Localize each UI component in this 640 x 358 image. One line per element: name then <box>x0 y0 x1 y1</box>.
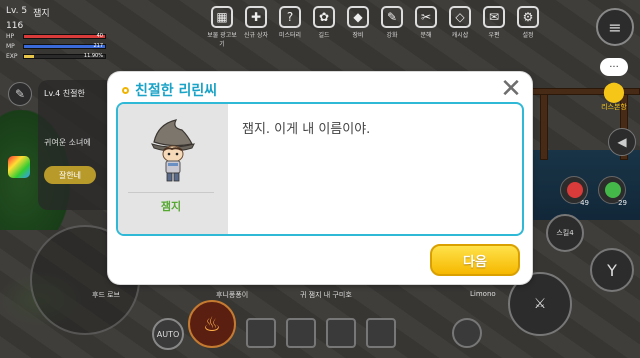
stat-label: MP <box>6 43 15 50</box>
quest-button[interactable]: 잘한네 <box>44 166 96 184</box>
quest-panel[interactable]: Lv.4 친절한 귀여운 소녀에 잘한네 <box>38 80 118 210</box>
top-menu-item[interactable]: ✿ 길드 <box>307 6 341 50</box>
stat-fill <box>24 35 105 38</box>
dialog-title-text: 친절한 리린씨 <box>135 83 218 99</box>
bottom-label: Limono <box>470 290 496 298</box>
map-pin-icon: ⬤ <box>602 79 626 103</box>
stat-value: 11.90% <box>83 53 103 59</box>
event-icon[interactable] <box>8 156 30 178</box>
menu-label: 우편 <box>488 32 500 39</box>
menu-icon: ▦ <box>211 6 233 28</box>
top-menu-item[interactable]: ✚ 신규 상자 <box>239 6 273 50</box>
next-button[interactable]: 다음 <box>430 244 520 276</box>
menu-icon: ✂ <box>415 6 437 28</box>
menu-icon: ◇ <box>449 6 471 28</box>
top-menu-item[interactable]: ✂ 분해 <box>409 6 443 50</box>
mp-potion[interactable]: 29 <box>598 176 627 207</box>
map-label: 리스본항 <box>601 103 627 111</box>
top-menu-item[interactable]: ✉ 우편 <box>477 6 511 50</box>
stat-label: EXP <box>6 53 18 60</box>
top-menu-item[interactable]: ◇ 캐시샵 <box>443 6 477 50</box>
dialog-box: 잼지 잼지. 이게 내 이름이야. <box>116 102 524 236</box>
player-status: Lv. 5 잼지 116 HP 40 MP 217 EXP 11.90% <box>6 6 106 61</box>
menu-icon: ✚ <box>245 6 267 28</box>
top-menu-item[interactable]: ⚙ 설정 <box>511 6 545 50</box>
close-icon[interactable]: ✕ <box>498 76 524 102</box>
bottom-labels: 후드 로브 후니퐁퐁이 귀 잼지 내 구미호 Limono <box>0 290 640 304</box>
player-name: 잼지 <box>33 9 50 19</box>
bottom-label: 귀 잼지 내 구미호 <box>300 291 352 299</box>
auto-button[interactable]: AUTO <box>152 318 184 350</box>
npc-dialog: 친절한 리린씨 ✕ 잼지 잼지. 이게 내 이름이야. 다음 <box>108 72 532 284</box>
quick-slot[interactable] <box>286 318 316 348</box>
quick-slot[interactable] <box>326 318 356 348</box>
hp-potion-icon <box>567 182 583 198</box>
menu-label: 신규 상자 <box>244 32 268 39</box>
dialog-text: 잼지. 이게 내 이름이야. <box>242 122 371 137</box>
stat-label: HP <box>6 33 15 40</box>
fire-icon: ♨ <box>203 312 221 336</box>
quick-slot[interactable] <box>366 318 396 348</box>
quick-slot[interactable] <box>246 318 276 348</box>
menu-label: 설정 <box>522 32 534 39</box>
jump-button[interactable]: Y <box>590 248 634 292</box>
bottom-label: 후니퐁퐁이 <box>216 291 249 299</box>
stat-bar: 217 <box>23 43 106 49</box>
menu-label: 분해 <box>420 32 432 39</box>
menu-icon: ✉ <box>483 6 505 28</box>
quick-slot[interactable] <box>452 318 482 348</box>
side-arrow-icon[interactable]: ◀ <box>608 128 636 156</box>
npc-character-icon <box>151 119 195 182</box>
quest-level: Lv.4 친절한 <box>44 89 85 98</box>
menu-icon: ⚙ <box>517 6 539 28</box>
stat-bar: 40 <box>23 33 106 39</box>
portrait-divider <box>128 192 214 193</box>
stat-row-hp: HP 40 <box>6 32 106 41</box>
menu-label: 강화 <box>386 32 398 39</box>
npc-name: 잼지 <box>160 200 182 213</box>
combat-power: 116 <box>6 21 24 31</box>
menu-label: 캐시샵 <box>451 32 469 39</box>
fire-skill-button[interactable]: ♨ <box>188 300 236 348</box>
stat-value: 40 <box>96 33 103 39</box>
title-dot-icon <box>122 86 129 94</box>
menu-icon: ✎ <box>381 6 403 28</box>
hp-potion-count: 49 <box>580 199 589 207</box>
more-button[interactable]: ··· <box>600 58 628 76</box>
menu-button[interactable]: ≡ <box>596 8 634 46</box>
bottom-label: 후드 로브 <box>92 291 120 299</box>
mp-potion-count: 29 <box>618 199 627 207</box>
stat-row-mp: MP 217 <box>6 42 106 51</box>
stat-value: 217 <box>93 43 103 49</box>
npc-portrait: 잼지 <box>118 104 228 234</box>
top-menu-item[interactable]: ? 미스터리 <box>273 6 307 50</box>
menu-icon: ◆ <box>347 6 369 28</box>
top-menu-item[interactable]: ✎ 강화 <box>375 6 409 50</box>
player-level: Lv. 5 <box>6 6 28 16</box>
stat-bar: 11.90% <box>23 53 106 59</box>
menu-label: 길드 <box>318 32 330 39</box>
quest-desc: 귀여운 소녀에 <box>44 138 91 147</box>
chat-icon[interactable]: ✎ <box>8 82 32 106</box>
menu-label: 미스터리 <box>278 32 302 39</box>
skill4-label: 스킬4 <box>556 229 574 237</box>
top-menu-item[interactable]: ▦ 보물 광고보기 <box>205 6 239 50</box>
top-menu-item[interactable]: ◆ 장비 <box>341 6 375 50</box>
top-menu: ▦ 보물 광고보기 ✚ 신규 상자? 미스터리 ✿ 길드 ◆ 장비 ✎ 강화 ✂ 분해 ◇ 캐시샵 ✉ 우편 ⚙ 설… <box>205 6 545 50</box>
jump-icon: Y <box>607 260 617 280</box>
menu-label: 장비 <box>352 32 364 39</box>
menu-icon: ? <box>279 6 301 28</box>
map-location[interactable]: ⬤ 리스본항 <box>596 80 632 120</box>
dialog-title: 친절한 리린씨 <box>122 80 217 100</box>
stat-row-exp: EXP 11.90% <box>6 52 106 61</box>
menu-icon: ✿ <box>313 6 335 28</box>
menu-label: 보물 광고보기 <box>207 32 237 48</box>
skill4-button[interactable]: 스킬4 <box>546 214 584 252</box>
mp-potion-icon <box>605 182 621 198</box>
hamburger-icon: ≡ <box>608 17 622 37</box>
stat-fill <box>24 55 34 58</box>
hp-potion[interactable]: 49 <box>560 176 589 207</box>
